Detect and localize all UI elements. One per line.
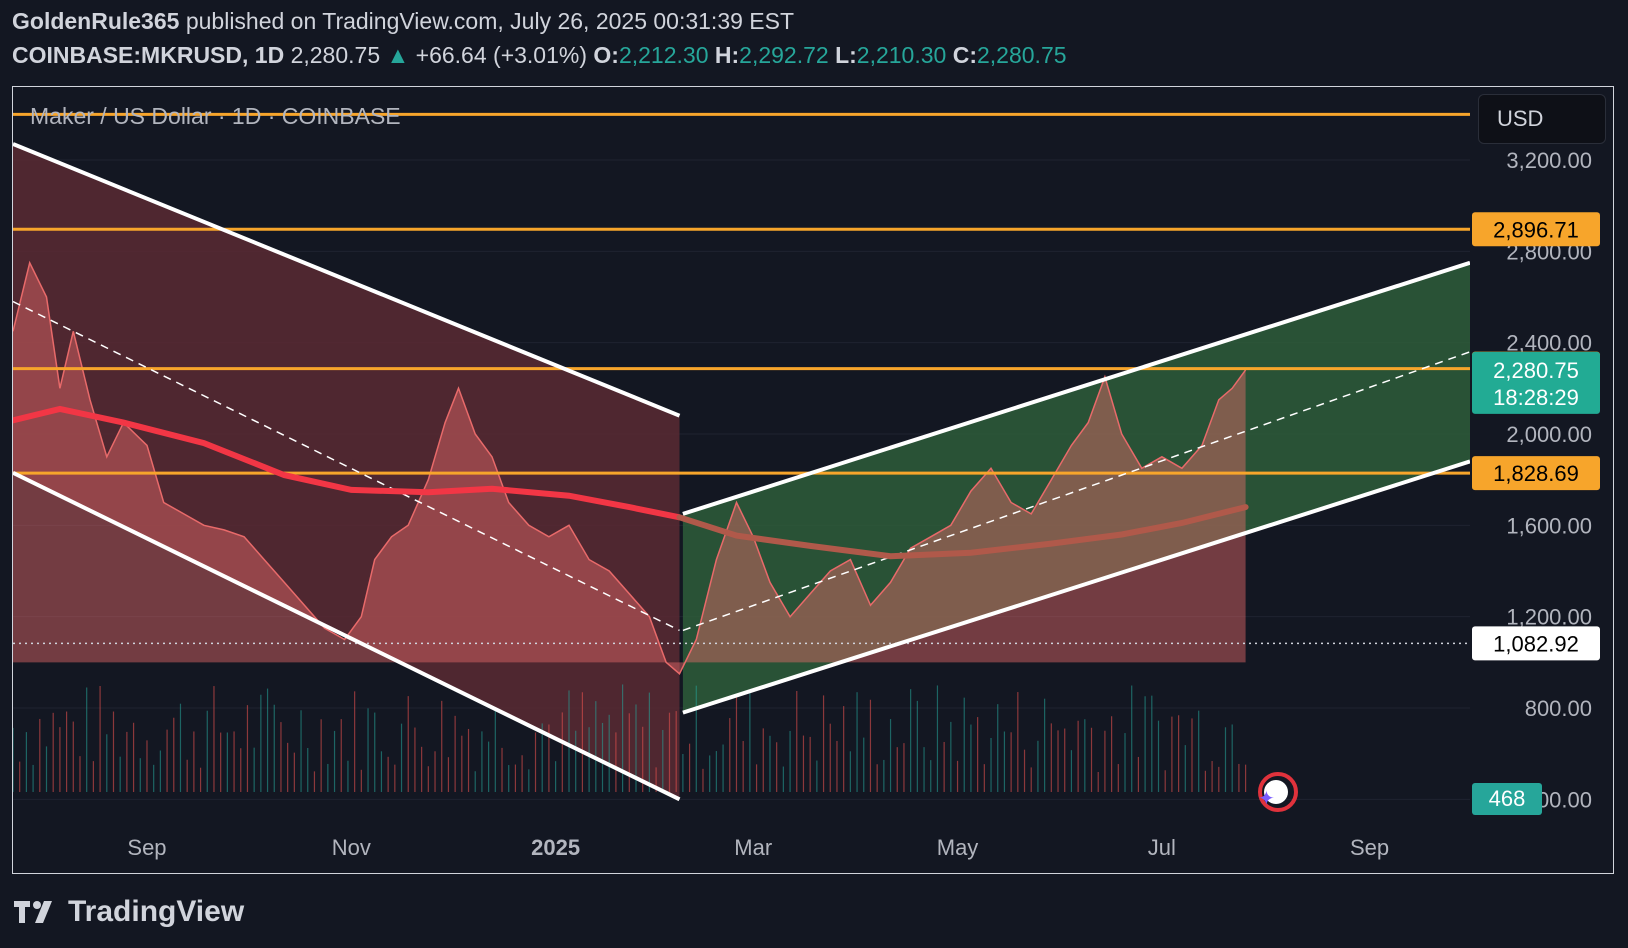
currency-button[interactable]: USD (1478, 94, 1606, 144)
tradingview-logo-icon (14, 901, 52, 923)
footer-brand[interactable]: TradingView (12, 895, 244, 929)
brand-name: TradingView (68, 895, 245, 928)
chart-frame (12, 86, 1614, 874)
